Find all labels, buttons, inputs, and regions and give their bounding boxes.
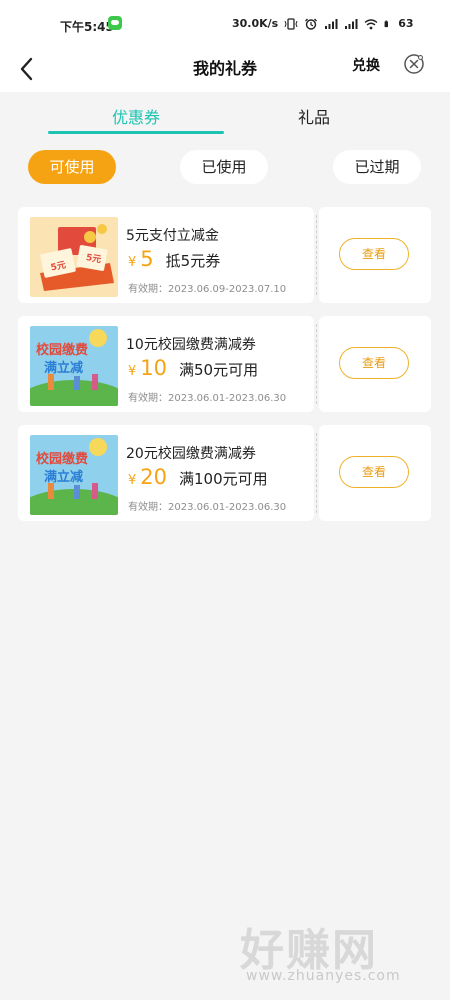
filter-expired[interactable]: 已过期 [333,150,421,184]
coupon-amount: ¥ 20 满100元可用 [128,465,268,489]
coupon-condition: 抵5元券 [165,252,221,270]
coupon-value: 20 [140,465,168,489]
thumb-label-1: 校园缴费 [36,451,88,467]
battery-icon [384,20,389,27]
coupon-card[interactable]: 校园缴费 满立减 10元校园缴费满减券 ¥ 10 满50元可用 有效期：2023… [18,316,431,412]
header: 我的礼券 兑换 [0,46,450,92]
battery-level: 63 [398,17,414,30]
coupon-body: 5元 5元 5元支付立减金 ¥ 5 抵5元券 有效期：2023.06.09-20… [18,207,314,303]
exchange-button[interactable]: 兑换 [352,55,380,75]
watermark: 好赚网 www.zhuanyes.com [240,914,440,994]
view-button[interactable]: 查看 [339,456,409,488]
coupon-body: 校园缴费 满立减 20元校园缴费满减券 ¥ 20 满100元可用 有效期：202… [18,425,314,521]
campus-payment-image: 校园缴费 满立减 [30,326,118,406]
campus-payment-image: 校园缴费 满立减 [30,435,118,515]
coupon-title: 5元支付立减金 [126,228,219,244]
view-button[interactable]: 查看 [339,347,409,379]
thumb-label-2: 满立减 [44,469,83,485]
tab-gifts[interactable]: 礼品 [226,104,402,128]
coupon-divider [316,215,317,295]
wifi-icon [364,18,378,29]
coupon-condition: 满100元可用 [179,470,268,488]
filter-available[interactable]: 可使用 [28,150,116,184]
signal-icon [325,18,338,29]
coupon-thumbnail-campus: 校园缴费 满立减 [30,435,118,515]
coupon-value: 10 [140,356,168,380]
currency-symbol: ¥ [128,473,137,488]
filter-used[interactable]: 已使用 [180,150,268,184]
tab-bar: 优惠券 礼品 [0,92,450,136]
status-indicators: 30.0K/s 63 [232,17,414,30]
status-time: 下午5:45 [60,20,114,34]
currency-symbol: ¥ [128,255,137,270]
coupon-title: 10元校园缴费满减券 [126,337,256,353]
watermark-url: www.zhuanyes.com [246,968,401,984]
coupon-action-area: 查看 [319,207,431,303]
coupon-title: 20元校园缴费满减券 [126,446,256,462]
coupon-thumbnail-pay: 5元 5元 [30,217,118,297]
wechat-notification-icon [108,16,122,30]
tab-active-indicator [48,131,224,134]
coupon-condition: 满50元可用 [179,361,259,379]
status-bar: 下午5:45 30.0K/s 63 [0,0,450,46]
alarm-icon [305,18,318,30]
coupon-divider [316,324,317,404]
coupon-body: 校园缴费 满立减 10元校园缴费满减券 ¥ 10 满50元可用 有效期：2023… [18,316,314,412]
coupon-action-area: 查看 [319,316,431,412]
view-button[interactable]: 查看 [339,238,409,270]
coupon-thumbnail-campus: 校园缴费 满立减 [30,326,118,406]
red-envelope-image: 5元 5元 [30,217,118,297]
close-circle-icon[interactable] [402,52,426,76]
coupon-amount: ¥ 10 满50元可用 [128,356,258,380]
vibrate-icon [284,17,298,30]
coupon-validity: 有效期：2023.06.01-2023.06.30 [128,502,287,513]
tab-coupons[interactable]: 优惠券 [48,104,224,128]
coupon-value: 5 [140,247,154,271]
coupon-amount: ¥ 5 抵5元券 [128,247,220,271]
thumb-label-2: 满立减 [44,360,83,376]
coupon-divider [316,433,317,513]
coupon-card[interactable]: 校园缴费 满立减 20元校园缴费满减券 ¥ 20 满100元可用 有效期：202… [18,425,431,521]
coupon-action-area: 查看 [319,425,431,521]
thumb-label-1: 校园缴费 [36,342,88,358]
page-title: 我的礼券 [192,59,257,78]
coupon-validity: 有效期：2023.06.01-2023.06.30 [128,393,287,404]
coupon-card[interactable]: 5元 5元 5元支付立减金 ¥ 5 抵5元券 有效期：2023.06.09-20… [18,207,431,303]
currency-symbol: ¥ [128,364,137,379]
network-speed: 30.0K/s [232,17,279,30]
coupon-validity: 有效期：2023.06.09-2023.07.10 [128,284,287,295]
signal-icon-2 [345,18,358,29]
